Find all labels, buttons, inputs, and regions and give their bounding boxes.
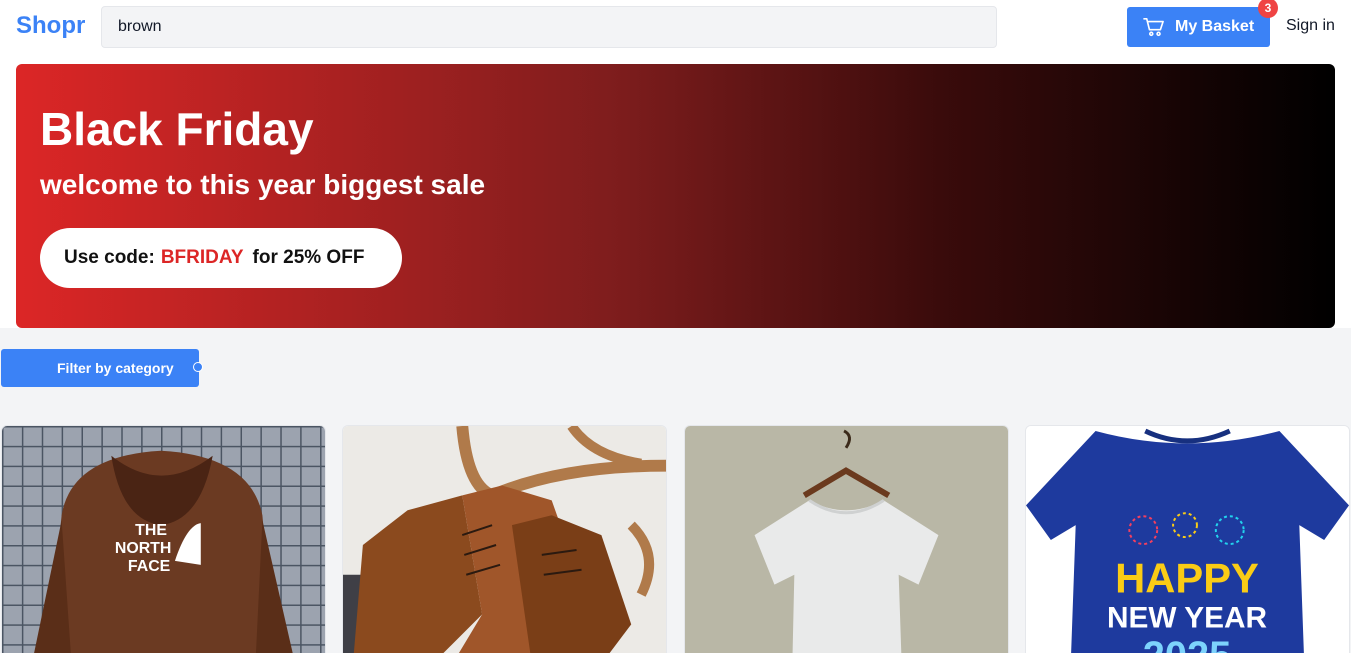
product-image-brown-boots (343, 426, 666, 653)
promo-code-pill: Use code: BFRIDAY for 25% OFF (40, 228, 402, 288)
banner-subtitle: welcome to this year biggest sale (40, 169, 486, 200)
filter-by-category-button[interactable]: Filter by category (1, 349, 203, 387)
promo-suffix: for 25% OFF (252, 247, 365, 268)
promo-code: BFRIDAY (160, 247, 244, 268)
hoodie-print-line-3: FACE (128, 558, 170, 575)
product-image-white-tshirt (685, 426, 1008, 653)
product-card-brown-boots[interactable] (342, 425, 667, 653)
header: Shopr My Basket 3 Sign in Black Friday w… (0, 0, 1351, 328)
cart-icon (1143, 18, 1164, 37)
basket-count-badge: 3 (1258, 0, 1278, 18)
logo[interactable]: Shopr (16, 12, 85, 40)
dropdown-handle-icon (193, 362, 203, 372)
product-image-brown-hoodie: THE NORTH FACE (2, 426, 325, 653)
basket-label: My Basket (1175, 18, 1255, 35)
basket-button[interactable]: My Basket (1127, 7, 1270, 47)
shirt-print-line-1: HAPPY (1115, 555, 1259, 602)
promo-prefix: Use code: (64, 247, 155, 268)
hoodie-print-line-1: THE (135, 522, 167, 539)
product-image-blue-tshirt: HAPPY NEW YEAR 2025 (1026, 426, 1349, 653)
shirt-print-line-2: NEW YEAR (1107, 601, 1267, 634)
product-card-white-tshirt[interactable] (684, 425, 1009, 653)
promo-banner: Black Friday welcome to this year bigges… (16, 64, 1335, 328)
product-card-brown-hoodie[interactable]: THE NORTH FACE (1, 425, 326, 653)
filter-label: Filter by category (57, 360, 174, 376)
product-card-blue-tshirt[interactable]: HAPPY NEW YEAR 2025 (1025, 425, 1350, 653)
banner-title: Black Friday (40, 103, 314, 155)
sign-in-link[interactable]: Sign in (1286, 17, 1335, 35)
hoodie-print-line-2: NORTH (115, 540, 172, 557)
shirt-print-line-3: 2025 (1143, 634, 1231, 653)
search-input[interactable] (101, 6, 997, 48)
